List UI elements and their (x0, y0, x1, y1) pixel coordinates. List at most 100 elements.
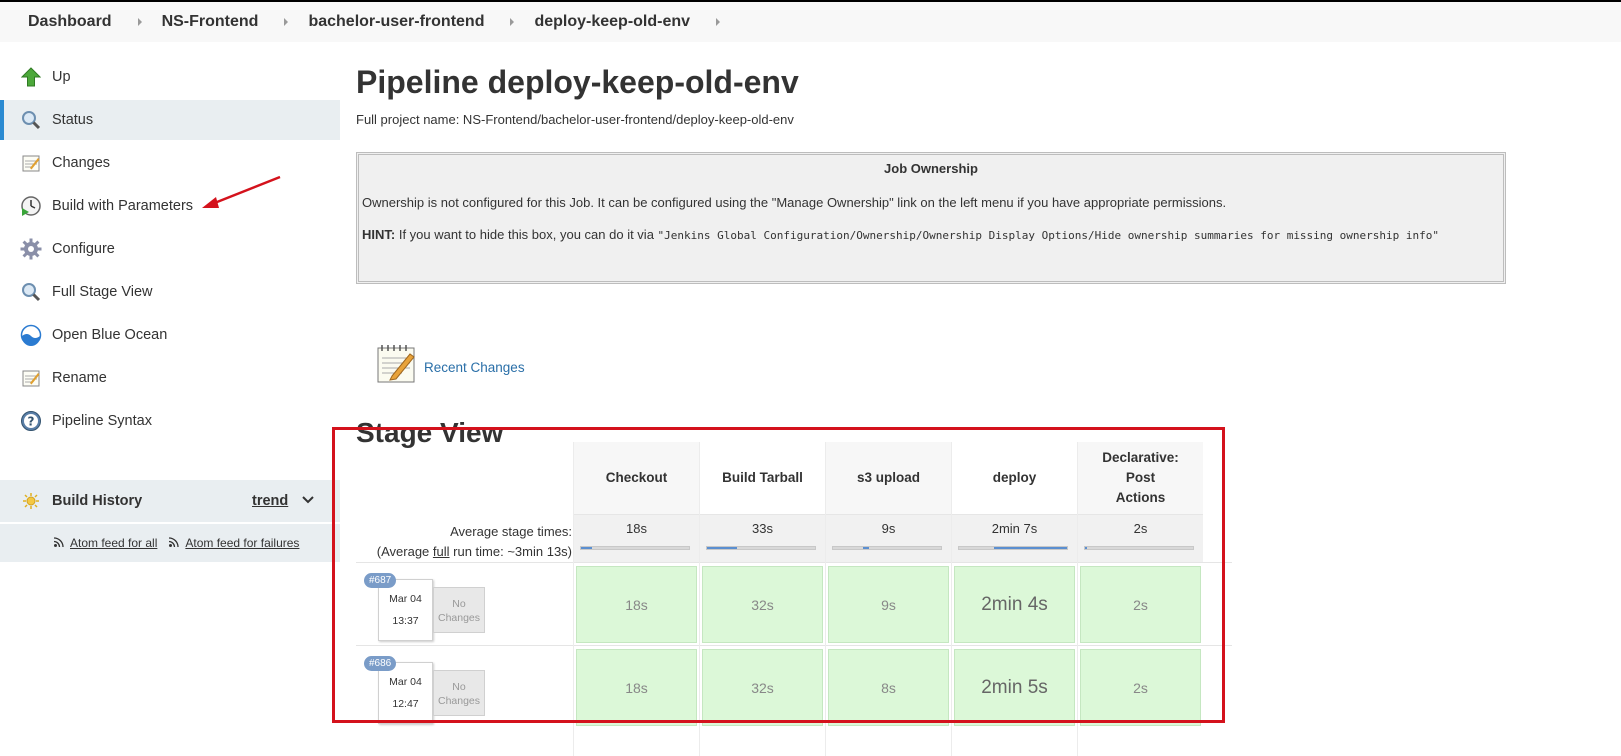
build-changes: No Changes (433, 670, 485, 716)
build-history-feeds: Atom feed for all Atom feed for failures (0, 524, 340, 562)
breadcrumb-ns-frontend[interactable]: NS-Frontend (162, 13, 259, 31)
sidebar-item-full-stage-view[interactable]: Full Stage View (0, 272, 340, 312)
sidebar-item-label: Up (52, 69, 71, 85)
build-changes: No Changes (433, 587, 485, 633)
sidebar-item-configure[interactable]: Configure (0, 229, 340, 269)
stage-average: 2min 7s (952, 514, 1077, 562)
breadcrumb-separator-icon[interactable] (510, 18, 515, 26)
avg-run-full-link[interactable]: full (433, 544, 450, 559)
build-date: Mar 04 13:37 (378, 579, 433, 641)
ownership-hint: HINT: If you want to hide this box, you … (362, 224, 1500, 247)
stage-header: Checkout (574, 442, 699, 514)
help-icon: ? (20, 410, 42, 432)
stage-column-build-tarball: Build Tarball 33s 32s 32s (699, 442, 825, 756)
sun-icon (20, 490, 42, 512)
page-title: Pipeline deploy-keep-old-env (356, 64, 799, 100)
stage-cell[interactable]: 2s (1080, 566, 1201, 643)
svg-text:?: ? (28, 415, 35, 429)
average-times: Average stage times: (Average full run t… (356, 522, 572, 562)
stage-bar (706, 546, 816, 550)
stage-header: deploy (952, 442, 1077, 514)
stage-cell[interactable]: 8s (828, 649, 949, 726)
sidebar-item-open-blue-ocean[interactable]: Open Blue Ocean (0, 315, 340, 355)
stage-cell[interactable]: 18s (576, 649, 697, 726)
hint-code: "Jenkins Global Configuration/Ownership/… (657, 229, 1440, 242)
breadcrumb-separator-icon[interactable] (137, 18, 142, 26)
stage-average: 2s (1078, 514, 1203, 562)
build-badge[interactable]: #686 (364, 656, 397, 671)
stage-bar (958, 546, 1068, 550)
breadcrumb-deploy-keep-old-env[interactable]: deploy-keep-old-env (534, 13, 690, 31)
breadcrumb-separator-icon[interactable] (716, 18, 721, 26)
full-project-name: Full project name: NS-Frontend/bachelor-… (356, 112, 794, 127)
magnifier-icon (20, 109, 42, 131)
stage-cell[interactable]: 2min 5s (954, 649, 1075, 726)
feed-failures[interactable]: Atom feed for failures (169, 536, 299, 550)
breadcrumb-separator-icon[interactable] (284, 18, 289, 26)
build-date-day: Mar 04 (389, 676, 422, 688)
clock-play-icon (20, 195, 42, 217)
stage-bar (832, 546, 942, 550)
job-ownership-box: Job Ownership Ownership is not configure… (356, 152, 1506, 284)
sidebar-item-status[interactable]: Status (0, 100, 340, 140)
stage-cell[interactable]: 2min 4s (954, 566, 1075, 643)
chevron-down-icon[interactable] (302, 494, 314, 510)
ownership-text: Ownership is not configured for this Job… (362, 195, 1227, 210)
stage-average-time: 33s (752, 521, 773, 536)
average-stage-times-label: Average stage times: (450, 524, 572, 539)
stage-average: 18s (574, 514, 699, 562)
stage-header: Build Tarball (700, 442, 825, 514)
sidebar-item-build-with-parameters[interactable]: Build with Parameters (0, 186, 340, 226)
hint-text: If you want to hide this box, you can do… (395, 227, 658, 242)
sidebar-item-label: Rename (52, 370, 107, 386)
sidebar-item-label: Status (52, 112, 94, 128)
breadcrumb: Dashboard NS-Frontend bachelor-user-fron… (0, 2, 1621, 42)
sidebar-item-pipeline-syntax[interactable]: ? Pipeline Syntax (0, 401, 340, 441)
stage-bar-fill (1085, 547, 1088, 549)
feed-all[interactable]: Atom feed for all (53, 536, 157, 550)
avg-run-suffix: run time: ~3min 13s) (449, 544, 572, 559)
notepad-icon (20, 367, 42, 389)
build-687[interactable]: #687 Mar 04 13:37 No Changes (364, 573, 498, 649)
ownership-title: Job Ownership (884, 161, 978, 176)
sidebar-item-label: Changes (52, 155, 111, 171)
breadcrumb-dashboard[interactable]: Dashboard (28, 13, 112, 31)
stage-average: 9s (826, 514, 951, 562)
stage-average-time: 2s (1133, 521, 1148, 536)
recent-changes-link[interactable]: Recent Changes (424, 360, 525, 375)
arrow-up-icon (20, 66, 42, 88)
stage-average: 33s (700, 514, 825, 562)
sidebar-item-rename[interactable]: Rename (0, 358, 340, 398)
stage-bar-fill (993, 547, 1067, 549)
stage-cell[interactable]: 18s (576, 566, 697, 643)
stage-cell[interactable]: 32s (702, 649, 823, 726)
stage-cell[interactable]: 9s (828, 566, 949, 643)
blue-ocean-icon (20, 324, 42, 346)
stage-cell[interactable]: 32s (702, 566, 823, 643)
stage-header: s3 upload (826, 442, 951, 514)
rss-icon (169, 536, 180, 550)
breadcrumb-bachelor-user-frontend[interactable]: bachelor-user-frontend (308, 13, 484, 31)
build-date: Mar 04 12:47 (378, 662, 433, 724)
build-686[interactable]: #686 Mar 04 12:47 No Changes (364, 656, 498, 732)
sidebar-item-label: Build with Parameters (52, 198, 194, 214)
recent-changes[interactable]: Recent Changes (374, 342, 525, 391)
feed-failures-link[interactable]: Atom feed for failures (185, 536, 299, 550)
stage-average-time: 9s (881, 521, 896, 536)
stage-cell[interactable]: 2s (1080, 649, 1201, 726)
gear-icon (20, 238, 42, 260)
build-date-day: Mar 04 (389, 593, 422, 605)
stage-column-s3-upload: s3 upload 9s 9s 8s (825, 442, 951, 756)
stage-bar (580, 546, 690, 550)
stage-bar-fill (707, 547, 738, 549)
trend-link[interactable]: trend (252, 493, 288, 509)
build-badge[interactable]: #687 (364, 573, 397, 588)
feed-all-link[interactable]: Atom feed for all (70, 536, 157, 550)
sidebar-item-up[interactable]: Up (0, 57, 340, 97)
stage-column-deploy: deploy 2min 7s 2min 4s 2min 5s (951, 442, 1077, 756)
sidebar-item-changes[interactable]: Changes (0, 143, 340, 183)
stage-view-table: Average stage times: (Average full run t… (356, 442, 1246, 756)
build-history-label: Build History (52, 493, 143, 509)
stage-header-text: Declarative: Post Actions (1102, 450, 1179, 505)
build-date-time: 12:47 (392, 698, 419, 710)
